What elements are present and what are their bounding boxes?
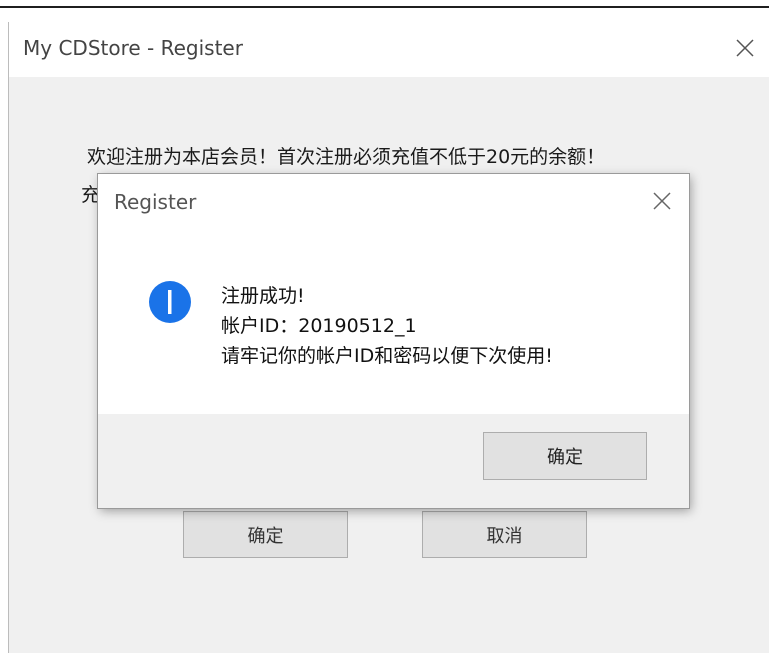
top-border [0, 6, 769, 8]
message-account-id: 帐户ID：20190512_1 [221, 315, 417, 337]
message-reminder: 请牢记你的帐户ID和密码以便下次使用! [221, 345, 553, 367]
dialog-ok-button[interactable]: 确定 [483, 432, 647, 480]
message-success: 注册成功! [221, 285, 305, 307]
close-icon[interactable] [649, 188, 675, 214]
info-icon [148, 280, 192, 324]
dialog-titlebar: Register [98, 174, 689, 229]
welcome-text: 欢迎注册为本店会员！首次注册必须充值不低于20元的余额！ [87, 146, 606, 168]
register-success-dialog: Register 注册成功! 帐户ID：20190512_1 请牢记你的帐户ID… [98, 174, 689, 508]
ok-button[interactable]: 确定 [183, 511, 348, 558]
cancel-button[interactable]: 取消 [422, 511, 587, 558]
register-window-title: My CDStore - Register [23, 36, 243, 60]
dialog-message-area: 注册成功! 帐户ID：20190512_1 请牢记你的帐户ID和密码以便下次使用… [98, 229, 689, 414]
dialog-title: Register [114, 190, 197, 214]
register-window-titlebar: My CDStore - Register [9, 22, 769, 77]
screen: My CDStore - Register 欢迎注册为本店会员！首次注册必须充值… [0, 0, 769, 653]
close-icon[interactable] [731, 34, 759, 62]
